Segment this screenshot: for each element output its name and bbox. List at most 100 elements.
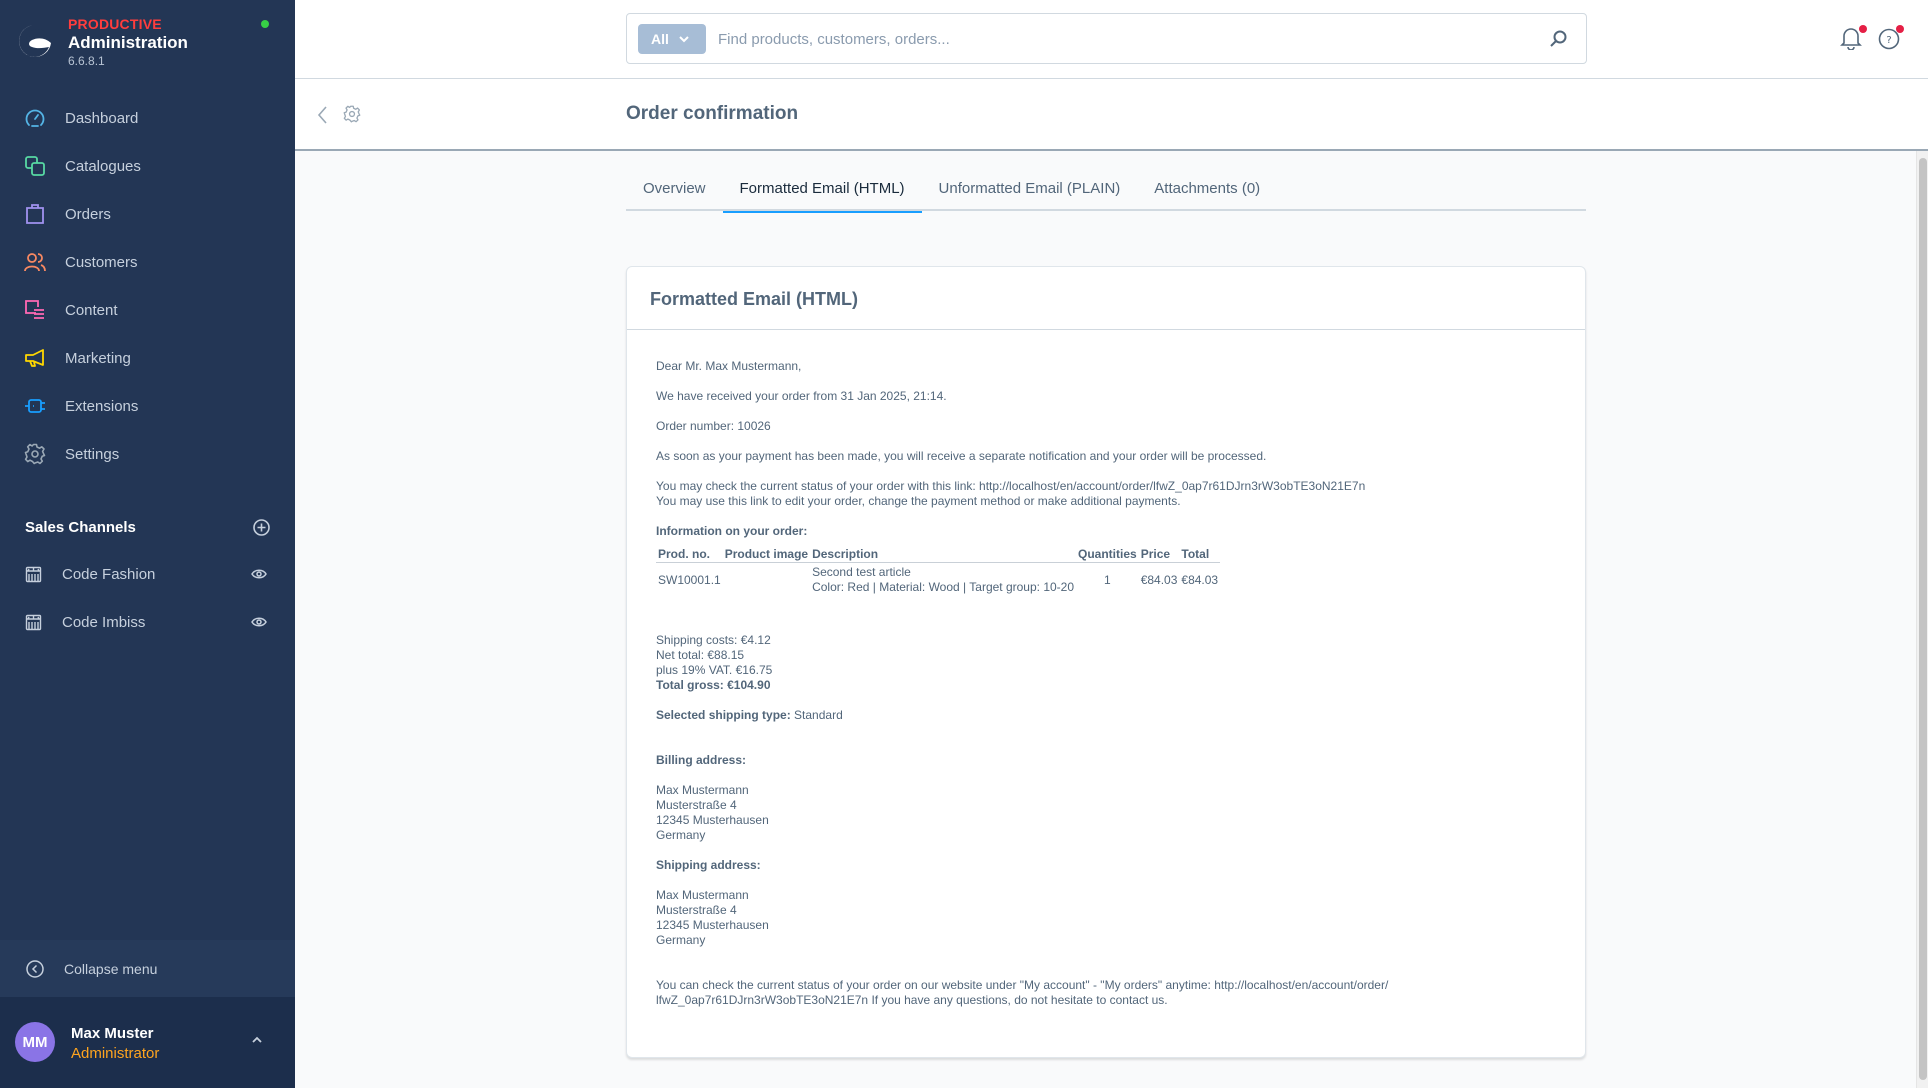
notification-badge	[1859, 25, 1867, 33]
order-items-table: Prod. no. Product image Description Quan…	[656, 547, 1221, 598]
sidebar-item-catalogues[interactable]: Catalogues	[0, 142, 295, 190]
environment-label: PRODUCTIVE	[68, 16, 162, 32]
app-version: 6.6.8.1	[68, 54, 105, 68]
storefront-icon	[25, 614, 42, 630]
sales-channels-header: Sales Channels	[25, 519, 270, 536]
tab-overview[interactable]: Overview	[626, 176, 723, 211]
email-preview-card: Formatted Email (HTML) Dear Mr. Max Must…	[626, 266, 1586, 1058]
email-links: You may check the current status of your…	[656, 479, 1556, 509]
user-menu[interactable]: MM Max Muster Administrator	[0, 997, 295, 1088]
sales-channel-code-imbiss[interactable]: Code Imbiss	[0, 598, 295, 646]
orders-icon	[26, 204, 44, 224]
scrollbar-thumb[interactable]	[1919, 158, 1927, 1080]
collapse-menu-label: Collapse menu	[64, 960, 158, 977]
back-icon[interactable]	[315, 104, 331, 126]
address-line: Germany	[656, 933, 706, 947]
collapse-menu-button[interactable]: Collapse menu	[0, 940, 295, 997]
address-line: 12345 Musterhausen	[656, 918, 769, 932]
address-line: Musterstraße 4	[656, 903, 737, 917]
product-name: Second test article	[812, 565, 911, 579]
address-line: Musterstraße 4	[656, 798, 737, 812]
sales-channel-label: Code Imbiss	[62, 613, 146, 631]
table-row: SW10001.1 Second test article Color: Red…	[656, 563, 1220, 598]
help-badge	[1896, 25, 1904, 33]
add-sales-channel-icon[interactable]	[253, 519, 270, 536]
vat-amount: plus 19% VAT. €16.75	[656, 663, 773, 677]
email-body: Dear Mr. Max Mustermann, We have receive…	[656, 359, 1556, 1008]
sidebar-item-label: Content	[65, 301, 118, 319]
search-input[interactable]	[718, 24, 1518, 54]
search-icon[interactable]	[1548, 29, 1568, 49]
cell-prod-no: SW10001.1	[658, 572, 721, 587]
sidebar: PRODUCTIVE Administration 6.6.8.1 Dashbo…	[0, 0, 295, 1088]
col-price: Price	[1138, 547, 1180, 563]
customers-icon	[24, 253, 46, 272]
chevron-up-icon[interactable]	[250, 1033, 264, 1047]
eye-icon[interactable]	[251, 616, 267, 628]
notifications-button[interactable]	[1840, 25, 1867, 52]
search-type-dropdown[interactable]: All	[638, 24, 706, 54]
status-indicator	[261, 20, 269, 28]
marketing-icon	[25, 349, 44, 367]
collapse-chevron-icon	[26, 959, 44, 978]
billing-heading: Billing address:	[656, 753, 747, 767]
footer-line: lfwZ_0ap7r61DJrn3rW3obTE3oN21E7n If you …	[656, 993, 1168, 1007]
address-line: Max Mustermann	[656, 783, 749, 797]
table-header-row: Prod. no. Product image Description Quan…	[656, 547, 1221, 563]
address-line: 12345 Musterhausen	[656, 813, 769, 827]
svg-text:?: ?	[1886, 35, 1891, 46]
sidebar-item-dashboard[interactable]: Dashboard	[0, 94, 295, 142]
avatar: MM	[15, 1022, 55, 1062]
order-totals: Shipping costs: €4.12 Net total: €88.15 …	[656, 633, 1556, 693]
catalogues-icon	[25, 156, 45, 176]
col-quantities: Quantities	[1076, 547, 1139, 563]
tab-bar: Overview Formatted Email (HTML) Unformat…	[626, 176, 1586, 213]
chevron-down-icon	[679, 35, 689, 42]
gear-icon[interactable]	[343, 105, 361, 123]
sidebar-item-label: Orders	[65, 205, 111, 223]
sidebar-item-settings[interactable]: Settings	[0, 430, 295, 478]
card-title: Formatted Email (HTML)	[627, 267, 1585, 330]
col-product-image: Product image	[722, 547, 811, 563]
total-gross: Total gross: €104.90	[656, 678, 771, 692]
email-payment-note: As soon as your payment has been made, y…	[656, 449, 1267, 463]
sidebar-item-content[interactable]: Content	[0, 286, 295, 334]
cell-product-image	[723, 563, 810, 598]
sidebar-item-extensions[interactable]: Extensions	[0, 382, 295, 430]
shipping-type-label: Selected shipping type:	[656, 708, 791, 722]
footer-line: You can check the current status of your…	[656, 978, 1389, 992]
email-received: We have received your order from 31 Jan …	[656, 389, 947, 403]
order-info-heading: Information on your order:	[656, 524, 808, 538]
sales-channel-code-fashion[interactable]: Code Fashion	[0, 550, 295, 598]
col-prod-no: Prod. no.	[656, 547, 723, 563]
tab-unformatted-email[interactable]: Unformatted Email (PLAIN)	[922, 176, 1138, 211]
smart-bar: Order confirmation	[295, 79, 1928, 151]
shopware-logo-icon	[19, 25, 51, 57]
eye-icon[interactable]	[251, 568, 267, 580]
cell-description: Second test article Color: Red | Materia…	[810, 563, 1076, 598]
app-title: Administration	[68, 33, 188, 52]
product-options: Color: Red | Material: Wood | Target gro…	[812, 580, 1075, 594]
shipping-costs: Shipping costs: €4.12	[656, 633, 771, 647]
sidebar-item-orders[interactable]: Orders	[0, 190, 295, 238]
tab-formatted-email[interactable]: Formatted Email (HTML)	[722, 176, 922, 213]
page-title: Order confirmation	[626, 103, 799, 124]
billing-address: Max Mustermann Musterstraße 4 12345 Must…	[656, 783, 1556, 843]
search-type-label: All	[651, 31, 669, 47]
cell-total: €84.03	[1181, 572, 1219, 587]
help-button[interactable]: ?	[1877, 25, 1904, 52]
tab-attachments[interactable]: Attachments (0)	[1137, 176, 1277, 211]
sidebar-item-label: Settings	[65, 445, 120, 463]
sidebar-item-marketing[interactable]: Marketing	[0, 334, 295, 382]
shipping-type-value: Standard	[794, 708, 843, 722]
net-total: Net total: €88.15	[656, 648, 745, 662]
sidebar-item-label: Dashboard	[65, 109, 139, 127]
shipping-address: Max Mustermann Musterstraße 4 12345 Must…	[656, 888, 1556, 948]
user-name: Max Muster	[71, 1025, 154, 1042]
sidebar-item-label: Extensions	[65, 397, 139, 415]
shipping-heading: Shipping address:	[656, 858, 761, 872]
main-navigation: Dashboard Catalogues Orders Customers Co…	[0, 94, 295, 478]
sidebar-item-customers[interactable]: Customers	[0, 238, 295, 286]
email-status-link: You may check the current status of your…	[656, 479, 1366, 493]
sales-channel-label: Code Fashion	[62, 565, 156, 583]
